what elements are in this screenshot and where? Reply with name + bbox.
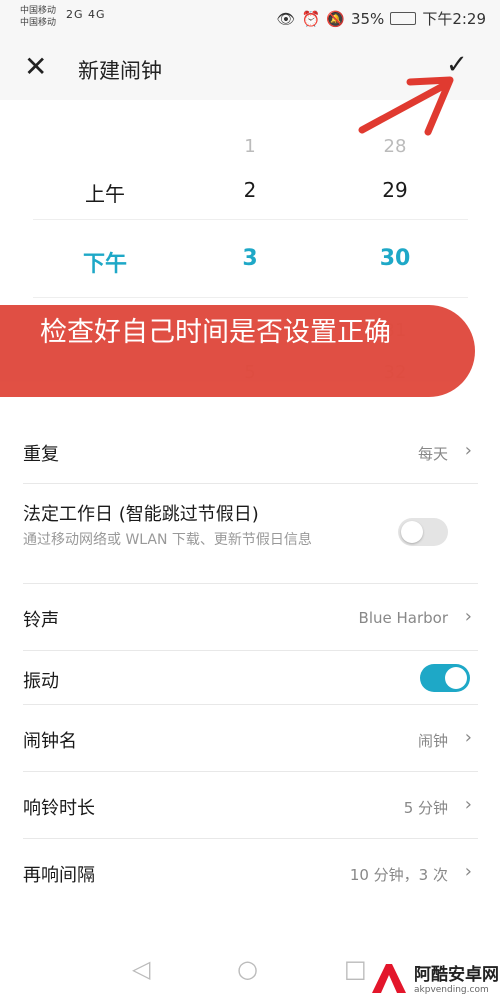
picker-hour[interactable]: 2	[210, 178, 290, 202]
home-nav-icon[interactable]: ○	[237, 955, 258, 983]
back-nav-icon[interactable]: ◁	[132, 955, 150, 983]
picker-divider	[33, 219, 468, 220]
divider	[23, 650, 478, 651]
vibrate-toggle[interactable]	[420, 664, 470, 692]
page-title: 新建闹钟	[78, 59, 162, 83]
workday-toggle[interactable]	[398, 518, 448, 546]
recents-nav-icon[interactable]: □	[344, 955, 367, 983]
battery-icon	[390, 12, 417, 25]
chevron-right-icon: ›	[464, 727, 472, 748]
picker-hour[interactable]: 1	[210, 136, 290, 157]
picker-divider	[33, 297, 468, 298]
divider	[23, 583, 478, 584]
chevron-right-icon: ›	[464, 794, 472, 815]
annotation-banner: 检查好自己时间是否设置正确	[0, 305, 475, 397]
divider	[23, 483, 478, 484]
setting-ringtone[interactable]: 铃声 Blue Harbor ›	[23, 606, 478, 632]
setting-workday[interactable]: 法定工作日 (智能跳过节假日) 通过移动网络或 WLAN 下载、更新节假日信息	[23, 500, 478, 550]
chevron-right-icon: ›	[464, 606, 472, 627]
carrier-info: 中国移动 中国移动	[20, 6, 57, 28]
setting-snooze[interactable]: 再响间隔 10 分钟，3 次 ›	[23, 861, 478, 887]
watermark-logo: 阿酷安卓网 akpvending.com	[370, 960, 499, 995]
picker-ampm-selected[interactable]: 下午	[65, 246, 145, 278]
status-right: 👁 ⏰ 🔕 35% 下午2:29	[277, 8, 486, 29]
picker-minute[interactable]: 28	[355, 136, 435, 157]
divider	[23, 771, 478, 772]
picker-ampm[interactable]: 上午	[65, 178, 145, 207]
setting-ring-duration[interactable]: 响铃时长 5 分钟 ›	[23, 794, 478, 820]
close-icon[interactable]: ✕	[24, 52, 47, 82]
divider	[23, 704, 478, 705]
watermark-a-icon	[372, 963, 406, 993]
signal-icon: 2G 4G	[66, 8, 106, 21]
setting-alarm-name[interactable]: 闹钟名 闹钟 ›	[23, 727, 478, 753]
red-arrow-annotation	[358, 76, 454, 136]
mute-icon: 🔕	[326, 9, 345, 28]
eye-icon: 👁	[276, 9, 296, 28]
battery-level: 35%	[350, 9, 385, 28]
picker-minute[interactable]: 29	[355, 178, 435, 202]
alarm-icon: ⏰	[301, 9, 321, 28]
picker-minute-selected[interactable]: 30	[355, 246, 435, 271]
chevron-right-icon: ›	[464, 861, 472, 882]
setting-repeat[interactable]: 重复 每天 ›	[23, 440, 478, 466]
picker-hour-selected[interactable]: 3	[210, 246, 290, 271]
chevron-right-icon: ›	[464, 440, 472, 461]
setting-vibrate[interactable]: 振动	[23, 664, 478, 693]
clock: 下午2:29	[422, 10, 486, 28]
divider	[23, 838, 478, 839]
